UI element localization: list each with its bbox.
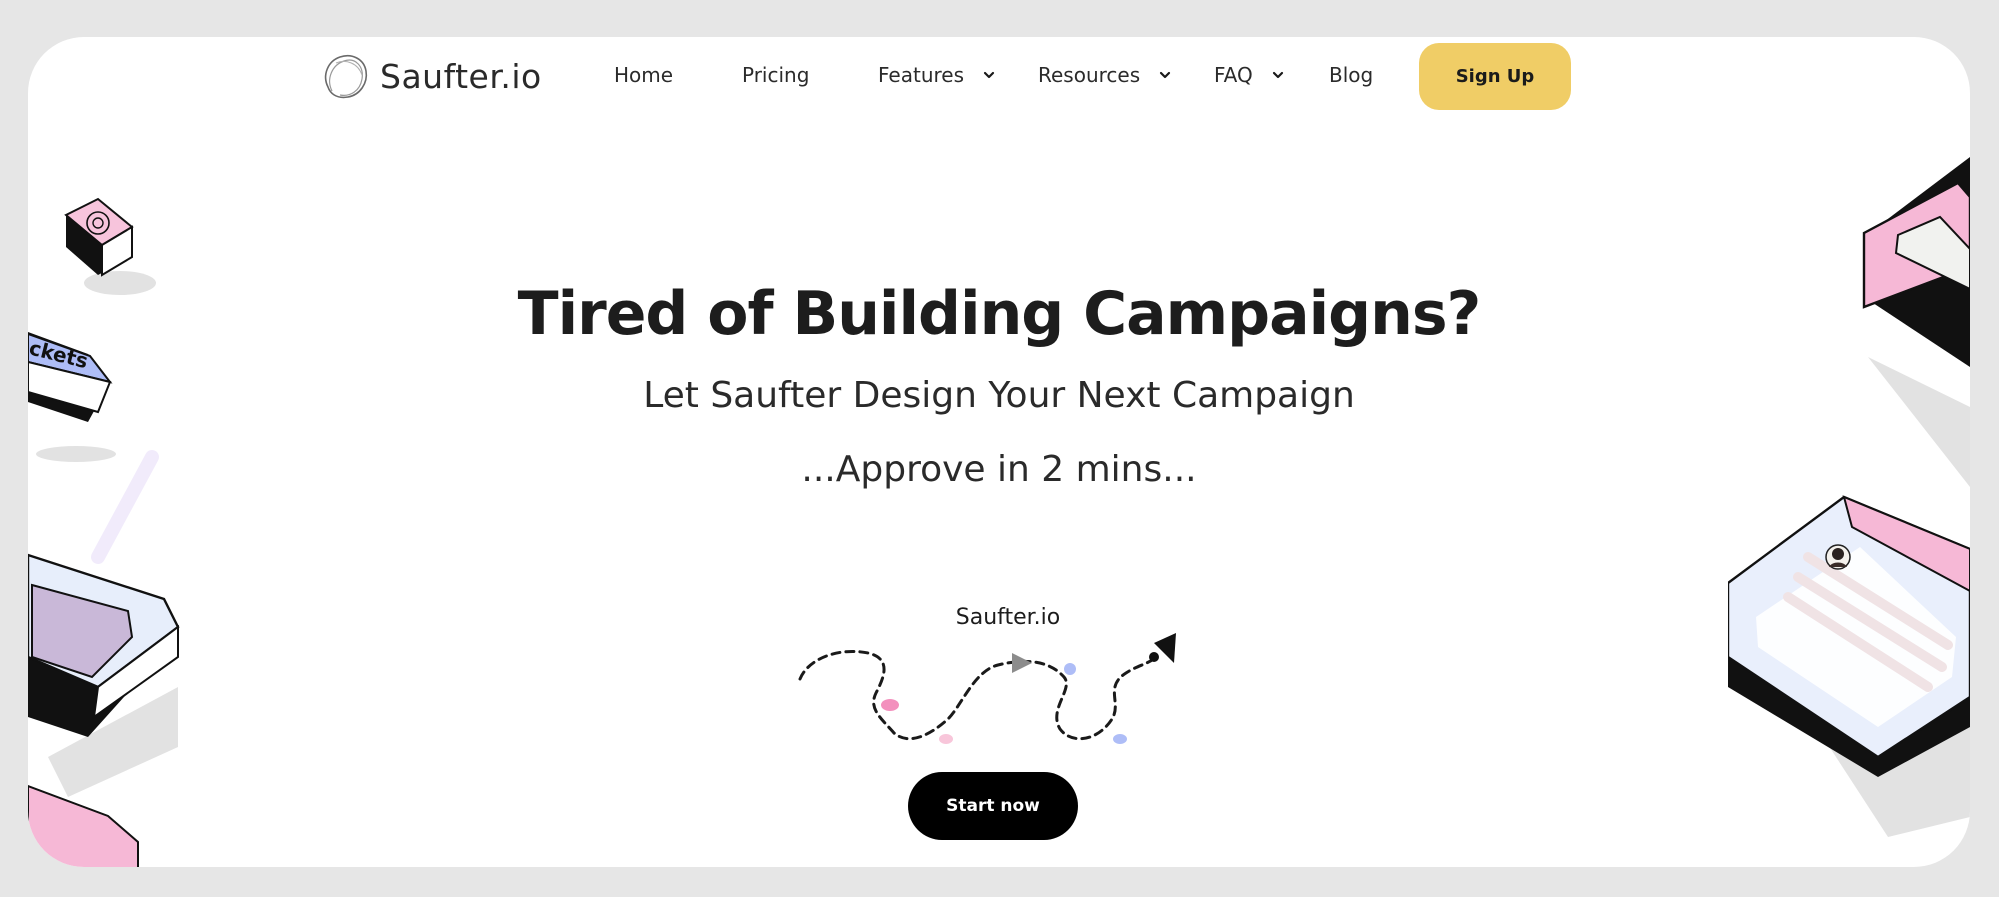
hero-title: Tired of Building Campaigns? xyxy=(517,279,1482,349)
logo-mark-icon xyxy=(324,55,368,99)
chevron-down-icon xyxy=(1272,71,1283,79)
nav-features-label: Features xyxy=(878,63,964,87)
journey-path-illustration xyxy=(798,633,1176,744)
note-card-illustration xyxy=(28,553,180,797)
hero-tagline: ...Approve in 2 mins... xyxy=(801,449,1197,490)
brand-logo[interactable]: Saufter.io xyxy=(318,49,542,103)
nav-features[interactable]: Features xyxy=(878,63,996,87)
hero-subtitle: Let Saufter Design Your Next Campaign xyxy=(643,375,1355,416)
top-nav: Saufter.io Home Pricing Features Resourc… xyxy=(28,37,1970,157)
nav-home-label: Home xyxy=(614,63,674,87)
nav-home[interactable]: Home xyxy=(614,63,673,87)
chevron-down-icon xyxy=(983,71,995,79)
nav-resources-label: Resources xyxy=(1038,63,1141,87)
page-frame: Saufter.io Home Pricing Features Resourc… xyxy=(28,37,1970,867)
nav-resources[interactable]: Resources xyxy=(1038,63,1172,87)
chat-card-illustration xyxy=(1728,495,1970,837)
pink-card-illustration xyxy=(28,784,139,867)
nav-pricing-label: Pricing xyxy=(742,63,810,87)
nav-faq-label: FAQ xyxy=(1214,63,1253,87)
nav-blog-label: Blog xyxy=(1329,63,1374,87)
nav-faq[interactable]: FAQ xyxy=(1214,63,1285,87)
sign-up-button[interactable]: Sign Up xyxy=(1419,43,1571,110)
nav-pricing[interactable]: Pricing xyxy=(742,63,809,87)
start-now-button[interactable]: Start now xyxy=(908,772,1078,840)
play-icon xyxy=(1012,653,1032,673)
brand-name: Saufter.io xyxy=(380,56,542,96)
nav-blog[interactable]: Blog xyxy=(1329,63,1373,87)
chevron-down-icon xyxy=(1160,71,1171,79)
video-thumbnail[interactable]: Saufter.io xyxy=(798,569,1218,759)
